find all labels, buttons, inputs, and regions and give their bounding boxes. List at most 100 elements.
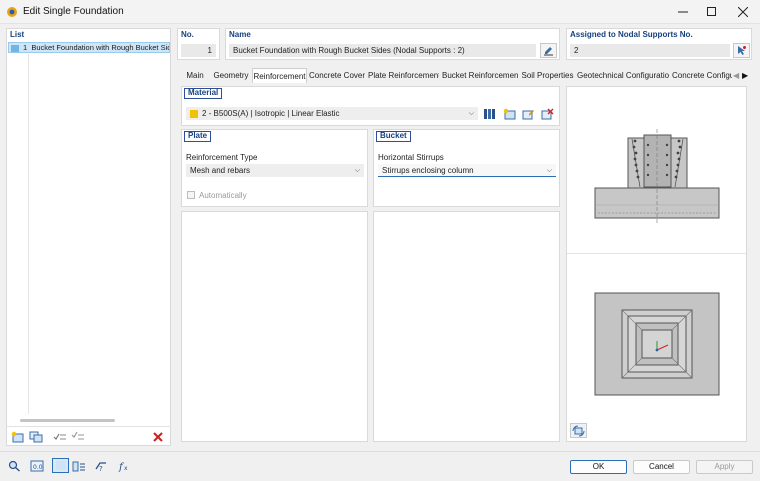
material-title: Material [184, 88, 223, 99]
foundation-section-view [594, 129, 720, 223]
apply-button[interactable]: Apply [696, 460, 753, 474]
units-button[interactable]: 0.0 [28, 458, 45, 473]
reinforcement-type-value: Mesh and rebars [190, 166, 251, 175]
material-color-swatch [190, 109, 198, 118]
name-field[interactable]: Bucket Foundation with Rough Bucket Side… [229, 44, 536, 57]
maximize-button[interactable] [697, 0, 727, 24]
chevron-down-icon: ⌵ [468, 110, 474, 117]
tab-bar: Main Geometry Reinforcement Concrete Cov… [179, 68, 751, 84]
pick-support-button[interactable] [733, 43, 750, 58]
automatically-checkbox[interactable] [187, 191, 195, 199]
horizontal-stirrups-value: Stirrups enclosing column [382, 166, 474, 175]
help-button[interactable]: ? [92, 458, 109, 473]
horizontal-stirrups-label: Horizontal Stirrups [378, 153, 444, 162]
cancel-button[interactable]: Cancel [633, 460, 690, 474]
new-material-button[interactable] [501, 106, 518, 121]
pick-cursor-icon [738, 46, 746, 55]
svg-text:x: x [124, 465, 128, 472]
material-select[interactable]: 2 - B500S(A) | Isotropic | Linear Elasti… [186, 107, 478, 120]
tab-geotechnical-configuration[interactable]: Geotechnical Configuration [577, 68, 669, 83]
tab-reinforcement[interactable]: Reinforcement [252, 68, 307, 84]
chevron-down-icon: ⌵ [354, 167, 360, 174]
close-button[interactable] [728, 0, 758, 24]
material-value: 2 - B500S(A) | Isotropic | Linear Elasti… [202, 109, 340, 118]
list-label: List [10, 30, 25, 39]
preview-divider [567, 253, 746, 254]
preview-options-button[interactable] [570, 423, 587, 438]
tab-scroll-left-icon[interactable]: ◀ [733, 69, 741, 82]
material-library-button[interactable] [481, 106, 498, 121]
edit-pencil-icon [544, 47, 553, 56]
formula-button[interactable]: fx [115, 458, 132, 473]
automatically-label: Automatically [199, 191, 247, 200]
check-all-button[interactable] [51, 429, 68, 444]
delete-material-button[interactable] [539, 106, 556, 121]
new-material-icon [503, 108, 516, 119]
list-divider [28, 54, 29, 414]
minimize-button[interactable] [668, 0, 698, 24]
edit-material-button[interactable] [520, 106, 537, 121]
no-field[interactable]: 1 [181, 44, 216, 57]
footer-divider [0, 451, 760, 452]
tab-soil-properties[interactable]: Soil Properties [520, 68, 575, 83]
new-item-icon [11, 431, 23, 442]
bucket-title: Bucket [376, 131, 411, 142]
delete-material-icon [541, 108, 554, 119]
formula-icon: fx [118, 462, 128, 472]
list-horizontal-scrollbar[interactable] [20, 419, 115, 422]
edit-name-button[interactable] [540, 43, 557, 58]
tab-concrete-cover[interactable]: Concrete Cover [309, 68, 365, 83]
horizontal-stirrups-select[interactable]: Stirrups enclosing column ⌵ [378, 164, 556, 177]
list-item-no: 1 [23, 43, 28, 52]
list-panel [6, 28, 171, 446]
plate-details-panel [181, 211, 368, 442]
edit-material-icon [522, 109, 534, 119]
copy-item-icon [29, 431, 42, 442]
reinforcement-type-label: Reinforcement Type [186, 153, 258, 162]
display-settings-icon [72, 461, 85, 471]
delete-item-button[interactable] [149, 429, 166, 444]
no-label: No. [181, 30, 194, 39]
app-icon [7, 7, 17, 17]
tab-main[interactable]: Main [181, 68, 209, 83]
svg-text:0.0: 0.0 [33, 464, 43, 471]
tab-concrete-configuration[interactable]: Concrete Configu [672, 68, 732, 83]
minimize-icon [678, 11, 688, 13]
ok-button[interactable]: OK [570, 460, 627, 474]
decimal-icon: 0.0 [30, 460, 43, 471]
title-bar: Edit Single Foundation [0, 0, 760, 24]
tab-plate-reinforcement[interactable]: Plate Reinforcement [368, 68, 439, 83]
list-toolbar-divider [6, 426, 171, 427]
plate-title: Plate [184, 131, 212, 142]
list-item-name: Bucket Foundation with Rough Bucket Side… [31, 43, 170, 52]
close-icon [738, 7, 748, 17]
foundation-plan-view [594, 292, 720, 396]
tab-geometry[interactable]: Geometry [212, 68, 250, 83]
help-icon: ? [94, 461, 106, 472]
list-item[interactable]: 1 Bucket Foundation with Rough Bucket Si… [8, 42, 170, 53]
uncheck-list-icon [71, 431, 84, 439]
view-rotate-icon [572, 425, 585, 436]
color-square-icon [55, 461, 66, 470]
check-list-icon [53, 433, 66, 440]
maximize-icon [707, 7, 716, 16]
bucket-details-panel [373, 211, 560, 442]
search-icon [8, 460, 20, 472]
copy-item-button[interactable] [27, 429, 44, 444]
assigned-label: Assigned to Nodal Supports No. [570, 30, 693, 39]
list-item-color-icon [11, 44, 19, 52]
tab-bucket-reinforcement[interactable]: Bucket Reinforcement [442, 68, 518, 83]
display-settings-button[interactable] [70, 458, 87, 473]
chevron-down-icon: ⌵ [546, 167, 552, 174]
reinforcement-type-select[interactable]: Mesh and rebars ⌵ [186, 164, 364, 177]
tab-scroll-right-icon[interactable]: ▶ [742, 69, 750, 82]
color-toggle-button[interactable] [52, 458, 69, 473]
assigned-field[interactable]: 2 [570, 44, 730, 57]
window-title: Edit Single Foundation [23, 6, 124, 17]
uncheck-all-button[interactable] [69, 429, 86, 444]
svg-text:?: ? [99, 465, 103, 472]
library-books-icon [484, 108, 495, 119]
delete-icon [152, 431, 163, 442]
search-button[interactable] [6, 458, 23, 473]
new-item-button[interactable] [9, 429, 26, 444]
